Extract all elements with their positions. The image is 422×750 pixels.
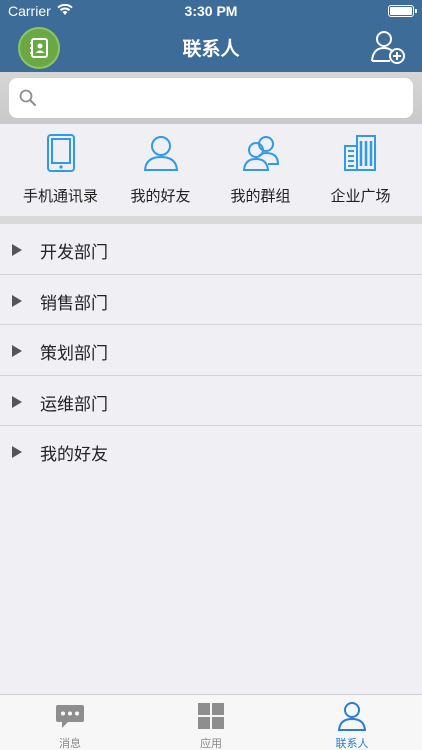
- search-box[interactable]: [9, 78, 413, 118]
- group-label: 我的好友: [40, 445, 108, 465]
- status-bar: Carrier 3:30 PM: [0, 0, 422, 22]
- tab-messages[interactable]: 消息: [0, 695, 140, 750]
- contacts-icon: [337, 702, 367, 731]
- tab-contacts[interactable]: 联系人: [282, 695, 422, 750]
- expand-arrow-icon: [12, 294, 22, 307]
- section-divider: [0, 216, 422, 224]
- tab-label: 应用: [200, 737, 222, 750]
- search-icon: [19, 89, 36, 106]
- quick-action-label: 企业广场: [330, 187, 391, 205]
- tab-label: 联系人: [335, 737, 369, 750]
- quick-action-enterprise-square[interactable]: 企业广场: [308, 124, 413, 216]
- building-icon: [343, 135, 376, 171]
- search-input[interactable]: [45, 78, 405, 118]
- tab-bar: 消息 应用 联系人: [0, 694, 422, 750]
- phone-icon: [46, 134, 75, 172]
- navigation-header: Carrier 3:30 PM 联系人: [0, 0, 422, 72]
- quick-actions: 手机通讯录 我的好友 我的群组 企业广场: [0, 124, 422, 216]
- grid-icon: [198, 703, 224, 729]
- group-label: 策划部门: [40, 344, 108, 364]
- group-row-operations[interactable]: 运维部门: [0, 375, 422, 426]
- status-time: 3:30 PM: [184, 3, 238, 19]
- expand-arrow-icon: [12, 395, 22, 408]
- expand-arrow-icon: [12, 345, 22, 357]
- quick-action-phone-contacts[interactable]: 手机通讯录: [8, 124, 113, 216]
- quick-action-my-friends[interactable]: 我的好友: [108, 124, 213, 216]
- quick-action-my-groups[interactable]: 我的群组: [208, 124, 313, 216]
- quick-action-label: 我的好友: [130, 187, 191, 205]
- group-row-development[interactable]: 开发部门: [0, 224, 422, 275]
- tab-label: 消息: [59, 737, 81, 750]
- tab-apps[interactable]: 应用: [141, 695, 281, 750]
- group-label: 运维部门: [40, 394, 108, 415]
- group-row-sales[interactable]: 销售部门: [0, 274, 422, 325]
- group-row-my-friends[interactable]: 我的好友: [0, 426, 422, 477]
- battery-icon: [388, 5, 417, 17]
- quick-action-label: 手机通讯录: [22, 187, 98, 205]
- user-icon: [143, 136, 178, 171]
- group-row-planning[interactable]: 策划部门: [0, 325, 422, 376]
- quick-action-label: 我的群组: [230, 187, 291, 205]
- expand-arrow-icon: [12, 244, 22, 256]
- add-contact-icon[interactable]: [370, 28, 406, 64]
- group-label: 开发部门: [40, 243, 108, 263]
- contact-group-list: 开发部门 销售部门 策划部门 运维部门 我的好友: [0, 224, 422, 477]
- search-bar: [0, 72, 422, 124]
- expand-arrow-icon: [12, 446, 22, 458]
- group-label: 销售部门: [40, 293, 108, 314]
- group-icon: [242, 136, 279, 171]
- page-title: 联系人: [182, 38, 240, 60]
- chat-icon: [56, 705, 84, 728]
